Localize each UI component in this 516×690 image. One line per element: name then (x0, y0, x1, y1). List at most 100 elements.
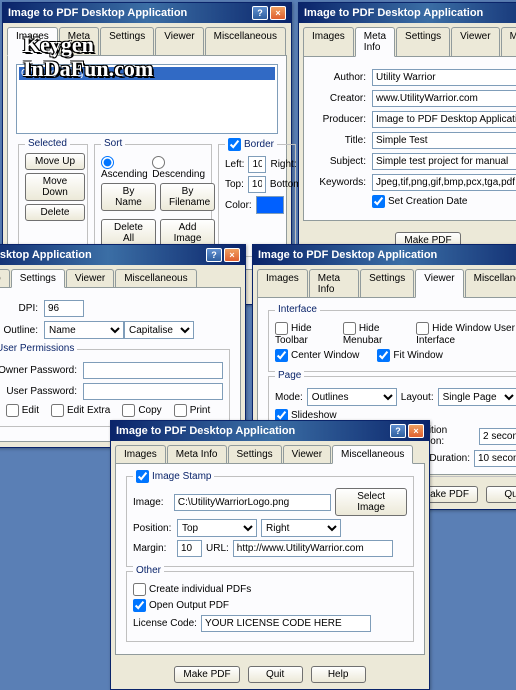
hide-winui-checkbox[interactable]: Hide Window User Interface (416, 322, 516, 346)
move-down-button[interactable]: Move Down (25, 173, 85, 201)
tab-settings[interactable]: Settings (360, 269, 414, 298)
tab-images[interactable]: Images (303, 27, 354, 57)
quit-button[interactable]: Quit (486, 486, 516, 503)
tab-meta[interactable]: Meta Info (167, 445, 227, 464)
add-image-button[interactable]: Add Image (160, 219, 215, 247)
label-top: Top: (225, 179, 244, 190)
layout-select[interactable]: Single Page (438, 388, 516, 406)
tab-viewer[interactable]: Viewer (155, 27, 203, 56)
margin-input[interactable] (177, 540, 202, 557)
by-filename-button[interactable]: By Filename (160, 183, 215, 211)
label-dpi: DPI: (0, 303, 44, 314)
title-input[interactable] (372, 132, 516, 149)
label-producer: Producer: (312, 114, 372, 125)
tab-settings[interactable]: Settings (396, 27, 450, 57)
close-icon[interactable]: × (408, 424, 424, 438)
make-pdf-button[interactable]: Make PDF (174, 666, 239, 683)
print-checkbox[interactable]: Print (174, 404, 211, 417)
author-input[interactable] (372, 69, 516, 86)
tab-misc[interactable]: Miscellaneous (501, 27, 516, 57)
image-listbox[interactable]: C:\Image1.jpg (16, 64, 278, 134)
tab-misc[interactable]: Miscellaneous (332, 445, 413, 464)
move-up-button[interactable]: Move Up (25, 153, 85, 170)
window-settings: F Desktop Application ? × Info Settings … (0, 244, 246, 448)
hide-toolbar-checkbox[interactable]: Hide Toolbar (275, 322, 333, 346)
close-icon[interactable]: × (224, 248, 240, 262)
fit-window-checkbox[interactable]: Fit Window (377, 349, 442, 362)
mode-select[interactable]: Outlines (307, 388, 397, 406)
delete-button[interactable]: Delete (25, 204, 85, 221)
pagedur-input[interactable] (474, 450, 516, 467)
select-image-button[interactable]: Select Image (335, 488, 407, 516)
help-icon[interactable]: ? (390, 424, 406, 438)
edit-checkbox[interactable]: Edit (6, 404, 39, 417)
tab-misc[interactable]: Miscellaneous (205, 27, 286, 56)
tab-images[interactable]: Images (257, 269, 308, 298)
open-output-checkbox[interactable]: Open Output PDF (133, 599, 229, 612)
license-input[interactable] (201, 615, 371, 632)
tab-images[interactable]: Images (7, 27, 58, 56)
groupbox-sort: Sort (101, 138, 125, 149)
tab-settings[interactable]: Settings (100, 27, 154, 56)
editextra-checkbox[interactable]: Edit Extra (51, 404, 110, 417)
position1-select[interactable]: Top (177, 519, 257, 537)
border-checkbox[interactable] (228, 138, 241, 151)
position2-select[interactable]: Right (261, 519, 341, 537)
tab-meta[interactable]: Meta Info (355, 27, 395, 57)
tab-meta[interactable]: Meta Info (309, 269, 359, 298)
outline-select[interactable]: Name (44, 321, 124, 339)
by-name-button[interactable]: By Name (101, 183, 156, 211)
window-meta: Image to PDF Desktop Application Images … (298, 2, 516, 256)
label-license: License Code: (133, 618, 197, 629)
groupbox-selected: Selected (25, 138, 70, 149)
help-button[interactable]: Help (311, 666, 366, 683)
set-date-checkbox[interactable]: Set Creation Date (372, 195, 468, 208)
top-input[interactable] (248, 176, 266, 193)
capitalise-select[interactable]: Capitalise (124, 321, 194, 339)
window-misc: Image to PDF Desktop Application ? × Ima… (110, 420, 430, 690)
transdur-input[interactable] (479, 428, 516, 445)
window-title: Image to PDF Desktop Application (116, 425, 295, 437)
user-password-input[interactable] (83, 383, 223, 400)
window-title: Image to PDF Desktop Application (8, 7, 187, 19)
url-input[interactable] (233, 540, 393, 557)
tab-misc[interactable]: Miscellaneous (465, 269, 516, 298)
tab-viewer[interactable]: Viewer (415, 269, 463, 298)
label-userpw: User Password: (0, 386, 83, 397)
producer-input[interactable] (372, 111, 516, 128)
radio-ascending[interactable]: Ascending (101, 156, 148, 180)
copy-checkbox[interactable]: Copy (122, 404, 161, 417)
image-path-input[interactable] (174, 494, 331, 511)
tab-info[interactable]: Info (0, 269, 10, 288)
left-input[interactable] (248, 156, 266, 173)
delete-all-button[interactable]: Delete All (101, 219, 156, 247)
color-swatch[interactable] (256, 196, 284, 214)
tab-settings[interactable]: Settings (228, 445, 282, 464)
help-icon[interactable]: ? (206, 248, 222, 262)
close-icon[interactable]: × (270, 6, 286, 20)
tab-images[interactable]: Images (115, 445, 166, 464)
label-image: Image: (133, 497, 170, 508)
tab-viewer[interactable]: Viewer (451, 27, 499, 57)
tab-settings[interactable]: Settings (11, 269, 65, 288)
list-item[interactable]: C:\Image1.jpg (19, 67, 275, 80)
dpi-input[interactable] (44, 300, 84, 317)
help-icon[interactable]: ? (252, 6, 268, 20)
subject-input[interactable] (372, 153, 516, 170)
label-keywords: Keywords: (312, 177, 372, 188)
center-window-checkbox[interactable]: Center Window (275, 349, 359, 362)
label-color: Color: (225, 200, 252, 211)
imagestamp-checkbox[interactable] (136, 470, 149, 483)
radio-descending[interactable]: Descending (152, 156, 205, 180)
creator-input[interactable] (372, 90, 516, 107)
hide-menubar-checkbox[interactable]: Hide Menubar (343, 322, 406, 346)
label-url: URL: (206, 543, 229, 554)
create-individual-checkbox[interactable]: Create individual PDFs (133, 583, 251, 596)
tab-viewer[interactable]: Viewer (283, 445, 331, 464)
owner-password-input[interactable] (83, 362, 223, 379)
quit-button[interactable]: Quit (248, 666, 303, 683)
tab-meta[interactable]: Meta Info (59, 27, 99, 56)
tab-misc[interactable]: Miscellaneous (115, 269, 196, 288)
keywords-input[interactable] (372, 174, 516, 191)
tab-viewer[interactable]: Viewer (66, 269, 114, 288)
